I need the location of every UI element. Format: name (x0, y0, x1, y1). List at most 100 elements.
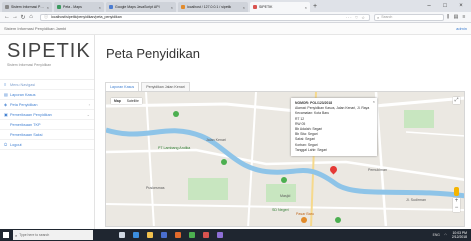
map-type-map[interactable]: Map (111, 98, 124, 104)
sidebar-item-peta[interactable]: ◈ Peta Penyidikan › (0, 100, 94, 110)
close-icon[interactable]: × (171, 5, 173, 10)
app-title: Sistem Informasi Penyidikan Jambi (4, 26, 67, 31)
logo-subtitle: Sistem Informasi Penyidikan (7, 63, 52, 67)
info-icon[interactable]: ⓘ (44, 14, 48, 20)
doc-icon (5, 5, 9, 9)
close-icon[interactable]: × (305, 5, 307, 10)
fullscreen-icon[interactable]: ⤢ (453, 97, 460, 104)
tab-laporan-kasus[interactable]: Laporan Kasus (105, 82, 140, 91)
sidebar: SIPETIK Sistem Informasi Penyidikan ≡ Me… (0, 35, 95, 229)
sidebar-item-label: Pemeriksaan Saksi (10, 132, 43, 137)
search-placeholder: Search (381, 15, 393, 19)
close-window-icon[interactable]: × (453, 1, 469, 11)
reader-icon[interactable]: ▤ (452, 14, 460, 20)
browser-tab[interactable]: Peta - Maps × (54, 2, 104, 12)
browser-tab[interactable]: Google Maps JavaScript API × (106, 2, 176, 12)
tab-penyidikan[interactable]: Penyidikan Jalan Kenari (141, 82, 190, 91)
sidebar-item-menu: ≡ Menu Navigasi (0, 80, 94, 90)
clock[interactable]: 10:03 PM 2/12/2018 (452, 231, 467, 239)
map-type-satellite[interactable]: Satellite (124, 98, 142, 104)
map-type-control: Map Satellite (111, 98, 142, 104)
url-text[interactable]: localhost/sipetik/penyidikan/peta_penyid… (51, 15, 346, 19)
logo-text: SIPETIK (7, 41, 94, 61)
tray-lang[interactable]: ENG (433, 233, 440, 237)
zoom-out-button[interactable]: − (453, 205, 460, 212)
search-icon: ⌕ (15, 232, 18, 238)
search-icon: ⌕ (377, 14, 380, 20)
app-header: Sistem Informasi Penyidikan Jambi admin (0, 23, 471, 35)
map-icon (57, 5, 61, 9)
close-icon[interactable]: × (243, 5, 245, 10)
clock-date: 2/12/2018 (451, 235, 467, 239)
edge-icon[interactable] (133, 232, 139, 238)
zoom-in-button[interactable]: + (453, 198, 460, 205)
windows-icon (3, 232, 9, 238)
home-icon[interactable]: ⌂ (27, 14, 35, 20)
app-red-icon[interactable] (203, 232, 209, 238)
chevron-down-icon: ⌄ (86, 112, 90, 117)
map-canvas[interactable]: Map Satellite ⤢ + − PT Lambang Andika Pu… (105, 91, 465, 227)
taskbar-search-input[interactable]: ⌕ Type here to search (13, 230, 93, 240)
browser-search-input[interactable]: ⌕ Search (374, 13, 444, 21)
forward-icon[interactable]: → (11, 14, 19, 20)
map-background (106, 92, 464, 226)
maximize-icon[interactable]: □ (437, 1, 453, 11)
app-purple-icon[interactable] (217, 232, 223, 238)
new-tab-button[interactable]: + (313, 2, 317, 12)
window-controls: – □ × (421, 1, 469, 11)
db-icon (181, 5, 185, 9)
task-view-icon[interactable] (119, 232, 125, 238)
page-actions-icon[interactable]: ··· ♡ ☆ (346, 15, 366, 20)
browser-tab-title: localhost / 127.0.0.1 / sipetik (187, 5, 232, 9)
browser-tabbar: Sistem Informasi Penyidikan × Peta - Map… (0, 0, 471, 12)
zoom-control: + − (453, 198, 460, 212)
logo: SIPETIK Sistem Informasi Penyidikan (0, 35, 94, 79)
sidebar-item-laporan[interactable]: ▤ Laporan Kasus (0, 90, 94, 100)
logo-wordmark: SIPETIK (7, 40, 91, 62)
start-button[interactable] (0, 229, 12, 241)
browser-toolbar: ⫼ ▤ ≡ (444, 14, 468, 20)
taskbar-apps (115, 232, 227, 238)
close-icon[interactable]: × (373, 99, 375, 104)
sidebar-item-label: Pemeriksaan TKP (10, 122, 41, 127)
reload-icon[interactable]: ↻ (19, 14, 27, 21)
main-content: Peta Penyidikan Laporan Kasus Penyidikan… (96, 35, 471, 229)
store-icon[interactable] (161, 232, 167, 238)
user-menu[interactable]: admin (456, 26, 467, 31)
sidebar-item-pemeriksaan[interactable]: ▣ Pemeriksaan Penyidikan ⌄ (0, 110, 94, 120)
sidebar-item-label: Pemeriksaan Penyidikan (10, 112, 52, 117)
firefox-icon[interactable] (175, 232, 181, 238)
minimize-icon[interactable]: – (421, 1, 437, 11)
browser-navbar: ← → ↻ ⌂ ⓘ localhost/sipetik/penyidikan/p… (0, 12, 471, 23)
browser-tab[interactable]: Sistem Informasi Penyidikan × (2, 2, 52, 12)
map-info-window: × NOMOR: POL/123/2018 Alamat: Penyidikan… (291, 98, 377, 157)
url-bar[interactable]: ⓘ localhost/sipetik/penyidikan/peta_peny… (40, 13, 370, 21)
menu-icon[interactable]: ≡ (460, 14, 468, 20)
map-label: Jl. Sudirman (406, 198, 426, 202)
browser-tab[interactable]: localhost / 127.0.0.1 / sipetik × (178, 2, 248, 12)
chevron-right-icon: › (88, 102, 90, 107)
sidebar-item-logout[interactable]: ⏻ Logout (0, 140, 94, 150)
map-label: SD Negeri (272, 208, 289, 212)
map-label: Pasar Baru (296, 212, 314, 216)
browser-tab-title: Sistem Informasi Penyidikan (11, 5, 46, 9)
close-icon[interactable]: × (47, 5, 49, 10)
map-label: Pemukiman (368, 168, 387, 172)
wifi-icon[interactable]: ◠ (444, 233, 447, 237)
back-icon[interactable]: ← (3, 14, 11, 20)
sidebar-subitem-saksi[interactable]: Pemeriksaan Saksi (0, 130, 94, 140)
maps-api-icon (109, 5, 113, 9)
sidebar-item-label: Menu Navigasi (10, 82, 36, 87)
browser-tab-active[interactable]: SIPETIK × (250, 2, 310, 12)
sidebar-subitem-tkp[interactable]: Pemeriksaan TKP (0, 120, 94, 130)
close-icon[interactable]: × (99, 5, 101, 10)
file-explorer-icon[interactable] (147, 232, 153, 238)
pegman-icon[interactable] (454, 187, 459, 196)
map-label: Jalan Kenari (206, 138, 226, 142)
taskbar-search-placeholder: Type here to search (19, 233, 50, 237)
sidebar-menu: ≡ Menu Navigasi ▤ Laporan Kasus ◈ Peta P… (0, 79, 94, 150)
app-green-icon[interactable] (189, 232, 195, 238)
map-label: Masjid (280, 194, 291, 198)
browser-tab-title: Peta - Maps (63, 5, 82, 9)
library-icon[interactable]: ⫼ (444, 14, 452, 20)
